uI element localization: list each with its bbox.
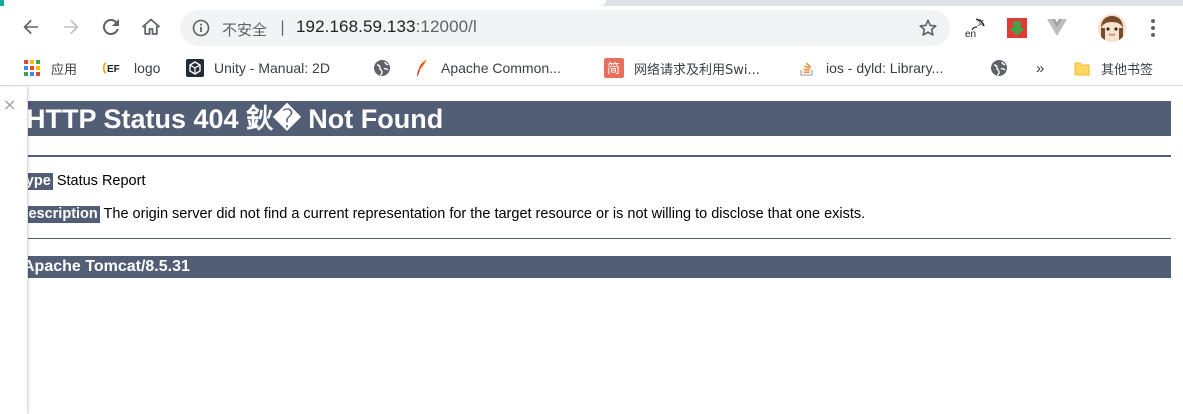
type-value: Status Report	[56, 173, 146, 189]
folder-icon	[1073, 59, 1091, 77]
back-button[interactable]	[16, 12, 46, 42]
page-content: HTTP Status 404 鈥� Not Found Type Status…	[0, 87, 1183, 414]
star-icon[interactable]	[918, 18, 938, 38]
vue-devtools-extension-button[interactable]	[1045, 16, 1069, 40]
download-arrow-icon	[1007, 18, 1027, 38]
home-icon	[142, 18, 160, 35]
bookmark-label: 网络请求及利用Swi...	[634, 62, 760, 78]
translate-extension-button[interactable]: en 文	[964, 16, 988, 40]
type-row: Type Status Report	[18, 173, 146, 190]
apps-grid-icon	[23, 59, 41, 77]
error-title-bar: HTTP Status 404 鈥� Not Found	[18, 101, 1171, 136]
forward-button[interactable]	[56, 12, 86, 42]
arrow-right-icon	[64, 19, 79, 35]
bookmark-globe-2[interactable]	[990, 58, 1008, 78]
bookmark-ios-dyld[interactable]: ios - dyld: Library...	[798, 58, 943, 78]
bookmark-apache-commons[interactable]: Apache Common...	[413, 58, 561, 78]
browser-toolbar: 不安全 | 192.168.59.133:12000/l en 文	[0, 6, 1183, 50]
globe-icon	[990, 59, 1008, 77]
other-bookmarks-folder[interactable]: 其他书签	[1073, 58, 1153, 78]
server-version: Apache Tomcat/8.5.31	[23, 258, 190, 275]
side-panel: ×	[0, 87, 28, 414]
jianshu-icon: 简	[604, 58, 624, 78]
translate-en-icon: en文	[965, 18, 985, 40]
description-label: Description	[18, 206, 100, 223]
menu-dot-icon	[1151, 33, 1155, 37]
page-title: HTTP Status 404 鈥� Not Found	[26, 104, 444, 134]
browser-menu-button[interactable]	[1143, 16, 1163, 40]
bookmark-label: Apache Common...	[441, 60, 561, 76]
bookmark-logo[interactable]: EF logo	[102, 58, 160, 78]
menu-dot-icon	[1151, 26, 1155, 30]
address-bar[interactable]: 不安全 | 192.168.59.133:12000/l	[180, 10, 950, 46]
security-label: 不安全	[222, 21, 268, 39]
close-icon[interactable]: ×	[3, 97, 16, 113]
bookmarks-overflow-button[interactable]: »	[1036, 58, 1044, 78]
svg-text:文: 文	[977, 18, 984, 27]
info-icon[interactable]	[192, 19, 210, 37]
bookmark-label: Unity - Manual: 2D	[214, 60, 330, 76]
bookmark-globe-1[interactable]	[373, 58, 391, 78]
reload-icon	[102, 18, 119, 35]
overflow-chevron-icon: »	[1036, 59, 1045, 77]
svg-text:en: en	[965, 29, 976, 40]
divider-bottom	[18, 238, 1171, 239]
globe-icon	[373, 59, 391, 77]
description-value: The origin server did not find a current…	[103, 206, 866, 222]
bookmark-label: 应用	[51, 62, 78, 78]
divider-top	[18, 155, 1171, 157]
apache-feather-icon	[413, 59, 431, 77]
server-footer-bar: Apache Tomcat/8.5.31	[18, 256, 1171, 278]
profile-avatar[interactable]	[1098, 14, 1126, 42]
security-separator: |	[280, 18, 286, 36]
ef-logo-icon: EF	[102, 59, 124, 77]
vue-logo-icon	[1047, 19, 1067, 36]
arrow-left-icon	[23, 19, 38, 35]
bookmark-label: ios - dyld: Library...	[826, 60, 944, 76]
reload-button[interactable]	[96, 12, 126, 42]
download-extension-button[interactable]	[1005, 16, 1029, 40]
unity-icon	[186, 59, 204, 77]
stackoverflow-icon	[798, 59, 816, 77]
bookmark-unity-manual[interactable]: Unity - Manual: 2D	[186, 58, 330, 78]
bookmarks-bar: 应用 EF logo Unity - Manual: 2D Apache Com…	[0, 50, 1183, 86]
description-row: Description The origin server did not fi…	[18, 206, 866, 223]
bookmark-jianshu-swift[interactable]: 简 网络请求及利用Swi...	[604, 58, 760, 78]
bookmark-label: logo	[134, 60, 161, 76]
menu-dot-icon	[1151, 19, 1155, 23]
svg-text:EF: EF	[107, 64, 120, 75]
url-host: 192.168.59.133	[296, 17, 416, 36]
url-text[interactable]: 192.168.59.133:12000/l	[296, 17, 477, 37]
home-button[interactable]	[136, 12, 166, 42]
avatar-face-icon	[1098, 14, 1126, 42]
url-path: :12000/l	[415, 17, 477, 36]
bookmark-apps[interactable]: 应用	[23, 58, 77, 78]
bookmark-label: 其他书签	[1101, 62, 1154, 78]
svg-text:简: 简	[607, 61, 620, 77]
